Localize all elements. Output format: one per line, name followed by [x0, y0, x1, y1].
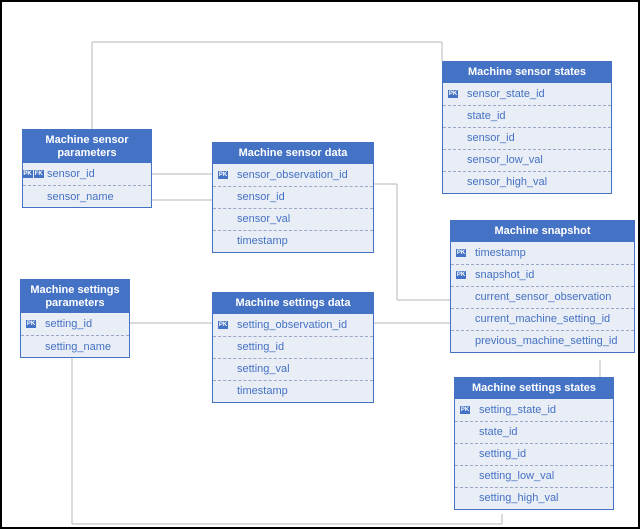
attribute-row: PK setting_state_id: [455, 399, 613, 421]
attribute-row: PK snapshot_id: [451, 264, 634, 286]
entity-rows: PK setting_observation_id setting_idsettin…: [213, 314, 373, 402]
attribute-row: PK setting_id: [21, 313, 129, 335]
pk-badge: PK: [460, 406, 470, 414]
attribute-row: sensor_low_val: [443, 149, 611, 171]
attribute-row: PK sensor_state_id: [443, 83, 611, 105]
entity-title: Machine settingsparameters: [21, 280, 129, 313]
attribute-label: setting_val: [233, 363, 294, 375]
key-cell: PK: [443, 90, 463, 98]
attribute-row: sensor_id: [443, 127, 611, 149]
attribute-row: sensor_id: [213, 186, 373, 208]
attribute-row: state_id: [455, 421, 613, 443]
attribute-label: state_id: [463, 110, 510, 122]
entity-rows: PK setting_state_id state_id setting_idsett…: [455, 399, 613, 509]
pk-badge: PK: [456, 271, 466, 279]
attribute-label: setting_id: [233, 341, 288, 353]
attribute-label: sensor_high_val: [463, 176, 551, 188]
attribute-label: sensor_val: [233, 213, 294, 225]
pk-badge: PK: [22, 170, 32, 178]
entity-title: Machine settings states: [455, 378, 613, 399]
attribute-label: setting_id: [41, 318, 96, 330]
pk-badge: PK: [26, 320, 36, 328]
attribute-label: setting_high_val: [475, 492, 563, 504]
attribute-label: snapshot_id: [471, 269, 538, 281]
key-cell: PK: [451, 271, 471, 279]
attribute-label: sensor_id: [43, 168, 99, 180]
attribute-row: setting_id: [455, 443, 613, 465]
attribute-label: previous_machine_setting_id: [471, 335, 621, 347]
attribute-row: PK sensor_observation_id: [213, 164, 373, 186]
entity-machine-settings-states: Machine settings states PK setting_state_…: [454, 377, 614, 510]
attribute-label: setting_observation_id: [233, 319, 351, 331]
attribute-row: state_id: [443, 105, 611, 127]
pk-badge: PK: [456, 249, 466, 257]
pk-badge: PK: [218, 171, 228, 179]
attribute-label: setting_state_id: [475, 404, 560, 416]
attribute-row: PK setting_observation_id: [213, 314, 373, 336]
pk-badge: PK: [218, 321, 228, 329]
entity-machine-settings-parameters: Machine settingsparameters PK setting_ids…: [20, 279, 130, 358]
attribute-label: current_sensor_observation: [471, 291, 615, 303]
entity-title: Machine sensor data: [213, 143, 373, 164]
entity-rows: PK timestamp PK snapshot_id current_sensor_o…: [451, 242, 634, 352]
key-cell: PK: [213, 321, 233, 329]
entity-rows: PKFKsensor_id sensor_name: [23, 163, 151, 207]
attribute-label: sensor_id: [233, 191, 289, 203]
pk-badge: PK: [448, 90, 458, 98]
attribute-row: setting_low_val: [455, 465, 613, 487]
entity-rows: PK setting_id setting_name: [21, 313, 129, 357]
attribute-label: timestamp: [233, 385, 292, 397]
attribute-label: state_id: [475, 426, 522, 438]
attribute-row: setting_name: [21, 335, 129, 357]
entity-title: Machine settings data: [213, 293, 373, 314]
entity-title: Machine sensorparameters: [23, 130, 151, 163]
attribute-label: sensor_low_val: [463, 154, 547, 166]
attribute-row: setting_val: [213, 358, 373, 380]
entity-title: Machine sensor states: [443, 62, 611, 83]
attribute-row: current_machine_setting_id: [451, 308, 634, 330]
key-cell: PK: [451, 249, 471, 257]
entity-machine-snapshot: Machine snapshot PK timestamp PK snapshot_i…: [450, 220, 635, 353]
attribute-row: current_sensor_observation: [451, 286, 634, 308]
attribute-row: timestamp: [213, 230, 373, 252]
er-diagram-canvas: Machine sensor states PK sensor_state_ids…: [0, 0, 640, 529]
entity-rows: PK sensor_observation_id sensor_id sensor_v…: [213, 164, 373, 252]
key-cell: PK: [213, 171, 233, 179]
entity-machine-sensor-parameters: Machine sensorparameters PKFKsensor_idse…: [22, 129, 152, 208]
entity-machine-settings-data: Machine settings data PK setting_observat…: [212, 292, 374, 403]
attribute-row: sensor_high_val: [443, 171, 611, 193]
attribute-label: setting_low_val: [475, 470, 558, 482]
attribute-row: PKFKsensor_id: [23, 163, 151, 185]
attribute-label: sensor_state_id: [463, 88, 549, 100]
attribute-row: PK timestamp: [451, 242, 634, 264]
attribute-row: timestamp: [213, 380, 373, 402]
attribute-label: sensor_id: [463, 132, 519, 144]
attribute-row: setting_id: [213, 336, 373, 358]
entity-machine-sensor-data: Machine sensor data PK sensor_observation…: [212, 142, 374, 253]
attribute-row: setting_high_val: [455, 487, 613, 509]
attribute-label: timestamp: [471, 247, 530, 259]
entity-machine-sensor-states: Machine sensor states PK sensor_state_ids…: [442, 61, 612, 194]
attribute-label: setting_id: [475, 448, 530, 460]
attribute-label: sensor_name: [43, 191, 118, 203]
attribute-label: timestamp: [233, 235, 292, 247]
attribute-label: setting_name: [41, 341, 115, 353]
key-cell: PKFK: [23, 170, 43, 178]
attribute-row: previous_machine_setting_id: [451, 330, 634, 352]
attribute-label: current_machine_setting_id: [471, 313, 614, 325]
entity-title: Machine snapshot: [451, 221, 634, 242]
entity-rows: PK sensor_state_id state_id sensor_idsensor…: [443, 83, 611, 193]
attribute-row: sensor_name: [23, 185, 151, 207]
key-cell: PK: [21, 320, 41, 328]
attribute-row: sensor_val: [213, 208, 373, 230]
key-cell: PK: [455, 406, 475, 414]
attribute-label: sensor_observation_id: [233, 169, 352, 181]
